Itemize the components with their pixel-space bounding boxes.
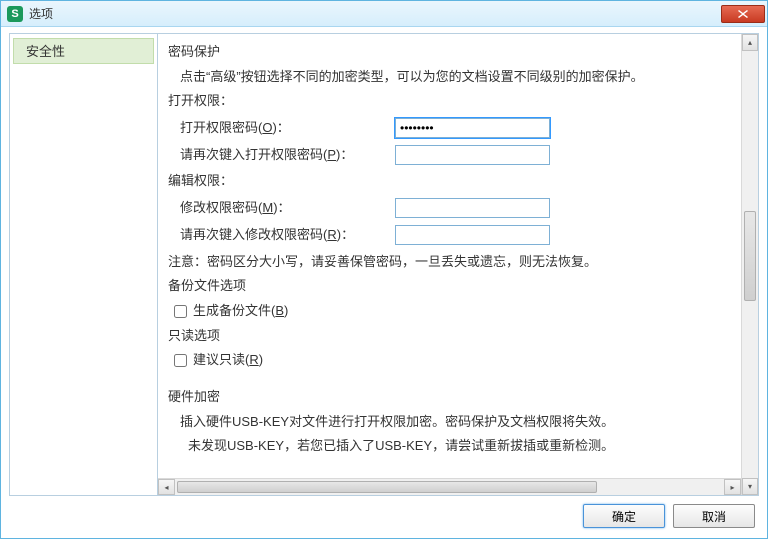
readonly-header: 只读选项 <box>168 324 737 349</box>
vertical-scrollbar[interactable]: ▴ ▾ <box>741 34 758 495</box>
password-protection-desc: 点击“高级”按钮选择不同的加密类型，可以为您的文档设置不同级别的加密保护。 <box>168 65 737 90</box>
readonly-checkbox[interactable] <box>174 354 187 367</box>
backup-header: 备份文件选项 <box>168 274 737 299</box>
category-sidebar: 安全性 <box>10 34 158 495</box>
scroll-right-button[interactable]: ▸ <box>724 479 741 495</box>
horizontal-scrollbar[interactable]: ◂ ▸ <box>158 478 741 495</box>
titlebar: S 选项 <box>1 1 767 27</box>
modify-password-confirm-label: 请再次键入修改权限密码(R)： <box>180 223 395 248</box>
options-dialog: S 选项 安全性 密码保护 点击“高级”按钮选择不同的加密类型，可以为您的文档设… <box>0 0 768 539</box>
scroll-up-button[interactable]: ▴ <box>742 34 758 51</box>
close-icon <box>738 10 748 18</box>
readonly-checkbox-label: 建议只读(R) <box>193 348 263 373</box>
h-scroll-thumb[interactable] <box>177 481 597 493</box>
scroll-down-button[interactable]: ▾ <box>742 478 758 495</box>
edit-permission-header: 编辑权限： <box>168 169 737 194</box>
cancel-button[interactable]: 取消 <box>673 504 755 528</box>
h-scroll-track[interactable] <box>175 479 724 495</box>
app-icon: S <box>7 6 23 22</box>
open-password-input[interactable] <box>395 118 550 138</box>
hardware-line2: 未发现USB-KEY，若您已插入了USB-KEY，请尝试重新拔插或重新检测。 <box>168 434 737 459</box>
window-title: 选项 <box>29 5 721 22</box>
sidebar-item-label: 安全性 <box>26 44 65 59</box>
password-note: 注意：密码区分大小写，请妥善保管密码，一旦丢失或遗忘，则无法恢复。 <box>168 250 737 275</box>
open-password-label: 打开权限密码(O)： <box>180 116 395 141</box>
v-scroll-track[interactable] <box>742 51 758 478</box>
hardware-encryption-header: 硬件加密 <box>168 385 737 410</box>
sidebar-item-security[interactable]: 安全性 <box>13 38 154 64</box>
modify-password-label: 修改权限密码(M)： <box>180 196 395 221</box>
backup-checkbox[interactable] <box>174 305 187 318</box>
password-protection-header: 密码保护 <box>168 40 737 65</box>
settings-panel: 密码保护 点击“高级”按钮选择不同的加密类型，可以为您的文档设置不同级别的加密保… <box>158 34 741 478</box>
open-password-confirm-label: 请再次键入打开权限密码(P)： <box>180 143 395 168</box>
v-scroll-thumb[interactable] <box>744 211 756 301</box>
dialog-button-bar: 确定 取消 <box>9 496 759 530</box>
modify-password-confirm-input[interactable] <box>395 225 550 245</box>
backup-checkbox-label: 生成备份文件(B) <box>193 299 288 324</box>
ok-button[interactable]: 确定 <box>583 504 665 528</box>
open-permission-header: 打开权限： <box>168 89 737 114</box>
open-password-confirm-input[interactable] <box>395 145 550 165</box>
close-button[interactable] <box>721 5 765 23</box>
modify-password-input[interactable] <box>395 198 550 218</box>
hardware-line1: 插入硬件USB-KEY对文件进行打开权限加密。密码保护及文档权限将失效。 <box>168 410 737 435</box>
scroll-left-button[interactable]: ◂ <box>158 479 175 495</box>
